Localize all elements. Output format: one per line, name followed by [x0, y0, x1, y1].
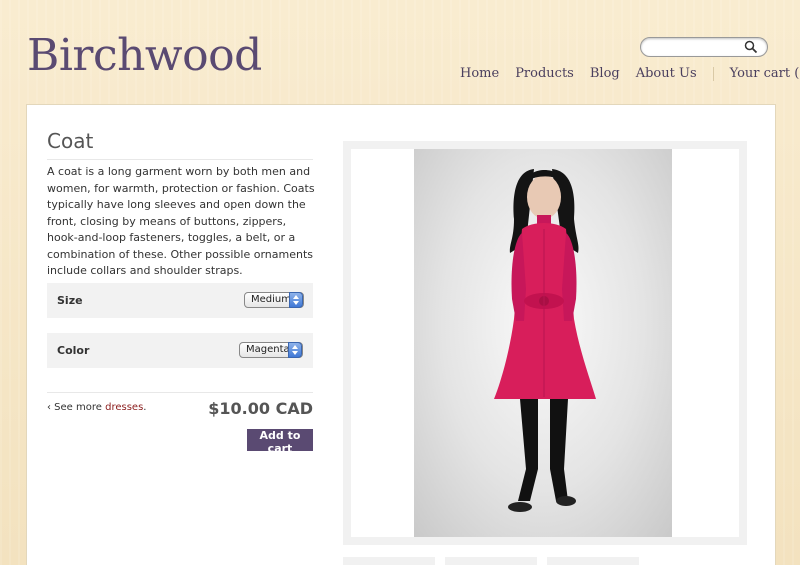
product-image-container [351, 149, 739, 537]
nav-about-us[interactable]: About Us [636, 66, 697, 81]
color-selected-value: Magenta [246, 344, 290, 355]
nav-blog[interactable]: Blog [590, 66, 620, 81]
see-more-link[interactable]: dresses [105, 402, 143, 413]
site-logo[interactable]: Birchwood [27, 30, 262, 81]
size-selected-value: Medium [251, 294, 291, 305]
thumbnail-strip [343, 557, 639, 565]
color-select[interactable]: Magenta [239, 342, 303, 358]
product-price: $10.00 CAD [208, 399, 313, 418]
add-to-cart-button[interactable]: Add to cart [247, 429, 313, 455]
thumbnail[interactable] [445, 557, 537, 565]
divider [47, 392, 313, 393]
search-icon[interactable] [744, 40, 758, 54]
product-title: Coat [47, 129, 313, 160]
color-label: Color [57, 344, 90, 357]
size-label: Size [57, 294, 83, 307]
see-more-text: ‹ See more dresses. [47, 402, 146, 413]
product-image-frame [343, 141, 747, 545]
see-more-prefix: ‹ See more [47, 402, 102, 413]
nav-home[interactable]: Home [460, 66, 499, 81]
nav-products[interactable]: Products [515, 66, 574, 81]
product-photo[interactable] [414, 149, 672, 537]
product-panel: Coat A coat is a long garment worn by bo… [26, 104, 776, 565]
size-option: Size Medium [47, 283, 313, 318]
thumbnail[interactable] [343, 557, 435, 565]
search-box[interactable] [640, 37, 768, 57]
see-more-suffix: . [143, 402, 147, 413]
thumbnail[interactable] [547, 557, 639, 565]
color-option: Color Magenta [47, 333, 313, 368]
select-arrows-icon [289, 292, 303, 308]
nav-divider [712, 66, 714, 81]
model-figure [494, 169, 596, 512]
product-description: A coat is a long garment worn by both me… [47, 165, 315, 277]
search-input[interactable] [651, 40, 747, 55]
cart-link[interactable]: Your cart (0) [730, 66, 800, 81]
main-nav: Home Products Blog About Us Your cart (0… [460, 66, 800, 81]
size-select[interactable]: Medium [244, 292, 304, 308]
select-arrows-icon [288, 342, 302, 358]
